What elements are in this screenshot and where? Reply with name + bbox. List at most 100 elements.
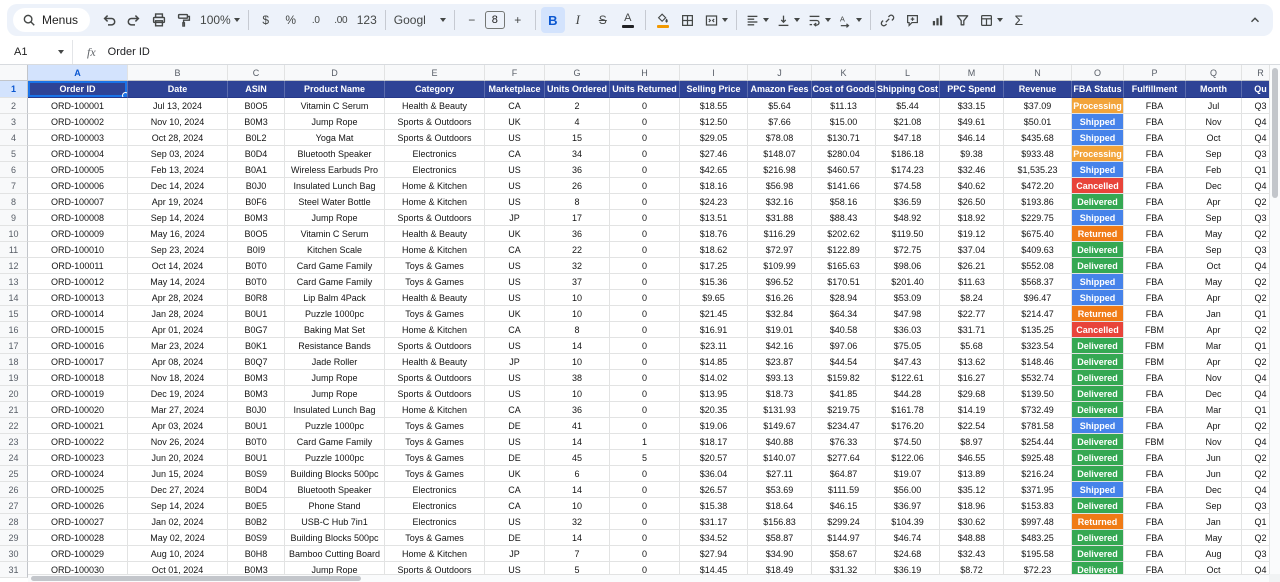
cell[interactable]: Electronics — [385, 498, 485, 514]
cell[interactable]: 0 — [610, 354, 680, 370]
cell[interactable]: Aug 10, 2024 — [128, 546, 228, 562]
column-header-n[interactable]: N — [1004, 65, 1072, 81]
increase-decimal-button[interactable]: .00 — [329, 7, 353, 33]
text-rotation-dropdown[interactable]: A — [835, 7, 865, 33]
cell[interactable]: ORD-100012 — [28, 274, 128, 290]
cell[interactable]: DE — [485, 450, 545, 466]
cell[interactable]: Sports & Outdoors — [385, 338, 485, 354]
row-number[interactable]: 6 — [0, 162, 28, 178]
cell[interactable]: $280.04 — [812, 146, 876, 162]
cell[interactable]: Resistance Bands — [285, 338, 385, 354]
cell[interactable]: $48.88 — [940, 530, 1004, 546]
cell[interactable]: Apr 03, 2024 — [128, 418, 228, 434]
cell[interactable]: $18.92 — [940, 210, 1004, 226]
cell[interactable]: Puzzle 1000pc — [285, 418, 385, 434]
cell[interactable]: May 02, 2024 — [128, 530, 228, 546]
cell[interactable]: $47.43 — [876, 354, 940, 370]
cell[interactable]: $19.12 — [940, 226, 1004, 242]
cell[interactable]: 0 — [610, 146, 680, 162]
cell[interactable]: Selling Price — [680, 81, 748, 98]
cell[interactable]: ORD-100029 — [28, 546, 128, 562]
cell[interactable]: Returned — [1072, 514, 1124, 530]
cell[interactable]: DE — [485, 530, 545, 546]
cell[interactable]: Delivered — [1072, 338, 1124, 354]
cell[interactable]: Delivered — [1072, 546, 1124, 562]
cell[interactable]: $35.12 — [940, 482, 1004, 498]
cell[interactable]: 17 — [545, 210, 610, 226]
cell[interactable]: $483.25 — [1004, 530, 1072, 546]
cell[interactable]: ORD-100022 — [28, 434, 128, 450]
cell[interactable]: Shipped — [1072, 210, 1124, 226]
cell[interactable]: $933.48 — [1004, 146, 1072, 162]
cell[interactable]: $13.89 — [940, 466, 1004, 482]
hide-menus-button[interactable] — [1243, 7, 1267, 33]
cell[interactable]: $28.94 — [812, 290, 876, 306]
cell[interactable]: Baking Mat Set — [285, 322, 385, 338]
cell[interactable]: $148.46 — [1004, 354, 1072, 370]
cell[interactable]: $299.24 — [812, 514, 876, 530]
cell[interactable]: $216.24 — [1004, 466, 1072, 482]
cell[interactable]: UK — [485, 226, 545, 242]
cell[interactable]: Home & Kitchen — [385, 402, 485, 418]
cell[interactable]: $116.29 — [748, 226, 812, 242]
cell[interactable]: Building Blocks 500pc — [285, 466, 385, 482]
cell[interactable]: $58.67 — [812, 546, 876, 562]
cell[interactable]: 0 — [610, 274, 680, 290]
row-number[interactable]: 17 — [0, 338, 28, 354]
cell[interactable]: $156.83 — [748, 514, 812, 530]
cell[interactable]: $27.94 — [680, 546, 748, 562]
cell[interactable]: Vitamin C Serum — [285, 98, 385, 114]
column-header-f[interactable]: F — [485, 65, 545, 81]
row-number[interactable]: 18 — [0, 354, 28, 370]
cell[interactable]: Dec — [1186, 178, 1242, 194]
cell[interactable]: 36 — [545, 162, 610, 178]
cell[interactable]: $47.18 — [876, 130, 940, 146]
cell[interactable]: $29.68 — [940, 386, 1004, 402]
cell[interactable]: $732.49 — [1004, 402, 1072, 418]
vertical-scrollbar[interactable] — [1269, 65, 1280, 574]
cell[interactable]: Jade Roller — [285, 354, 385, 370]
cell[interactable]: $37.09 — [1004, 98, 1072, 114]
cell[interactable]: $40.62 — [940, 178, 1004, 194]
horizontal-align-dropdown[interactable] — [742, 7, 772, 33]
cell[interactable]: $165.63 — [812, 258, 876, 274]
cell[interactable]: B0O5 — [228, 226, 285, 242]
cell[interactable]: $98.06 — [876, 258, 940, 274]
cell[interactable]: Delivered — [1072, 370, 1124, 386]
cell[interactable]: B0D4 — [228, 482, 285, 498]
cell[interactable]: $8.24 — [940, 290, 1004, 306]
cell[interactable]: Toys & Games — [385, 434, 485, 450]
column-header-q[interactable]: Q — [1186, 65, 1242, 81]
cell[interactable]: Apr 19, 2024 — [128, 194, 228, 210]
undo-button[interactable] — [97, 7, 121, 33]
cell[interactable]: CA — [485, 98, 545, 114]
cell[interactable]: Jun — [1186, 450, 1242, 466]
cell[interactable]: B0J0 — [228, 178, 285, 194]
cell[interactable]: PPC Spend — [940, 81, 1004, 98]
cell[interactable]: $49.61 — [940, 114, 1004, 130]
row-number[interactable]: 29 — [0, 530, 28, 546]
cell[interactable]: B0U1 — [228, 306, 285, 322]
cell[interactable]: $18.76 — [680, 226, 748, 242]
cell[interactable]: JP — [485, 210, 545, 226]
cell[interactable]: Kitchen Scale — [285, 242, 385, 258]
italic-button[interactable]: I — [566, 7, 590, 33]
cell[interactable]: Category — [385, 81, 485, 98]
cell[interactable]: Delivered — [1072, 402, 1124, 418]
cell[interactable]: $34.52 — [680, 530, 748, 546]
menus-button[interactable]: Menus — [13, 8, 90, 32]
cell[interactable]: 34 — [545, 146, 610, 162]
cell[interactable]: $46.74 — [876, 530, 940, 546]
cell[interactable]: $195.58 — [1004, 546, 1072, 562]
cell[interactable]: US — [485, 258, 545, 274]
cell[interactable]: $234.47 — [812, 418, 876, 434]
cell[interactable]: 41 — [545, 418, 610, 434]
cell[interactable]: $1,535.23 — [1004, 162, 1072, 178]
row-number[interactable]: 9 — [0, 210, 28, 226]
column-header-m[interactable]: M — [940, 65, 1004, 81]
cell[interactable]: Jan — [1186, 306, 1242, 322]
cell[interactable]: Mar 27, 2024 — [128, 402, 228, 418]
cell[interactable]: $254.44 — [1004, 434, 1072, 450]
cell[interactable]: B0U1 — [228, 418, 285, 434]
cell[interactable]: CA — [485, 482, 545, 498]
